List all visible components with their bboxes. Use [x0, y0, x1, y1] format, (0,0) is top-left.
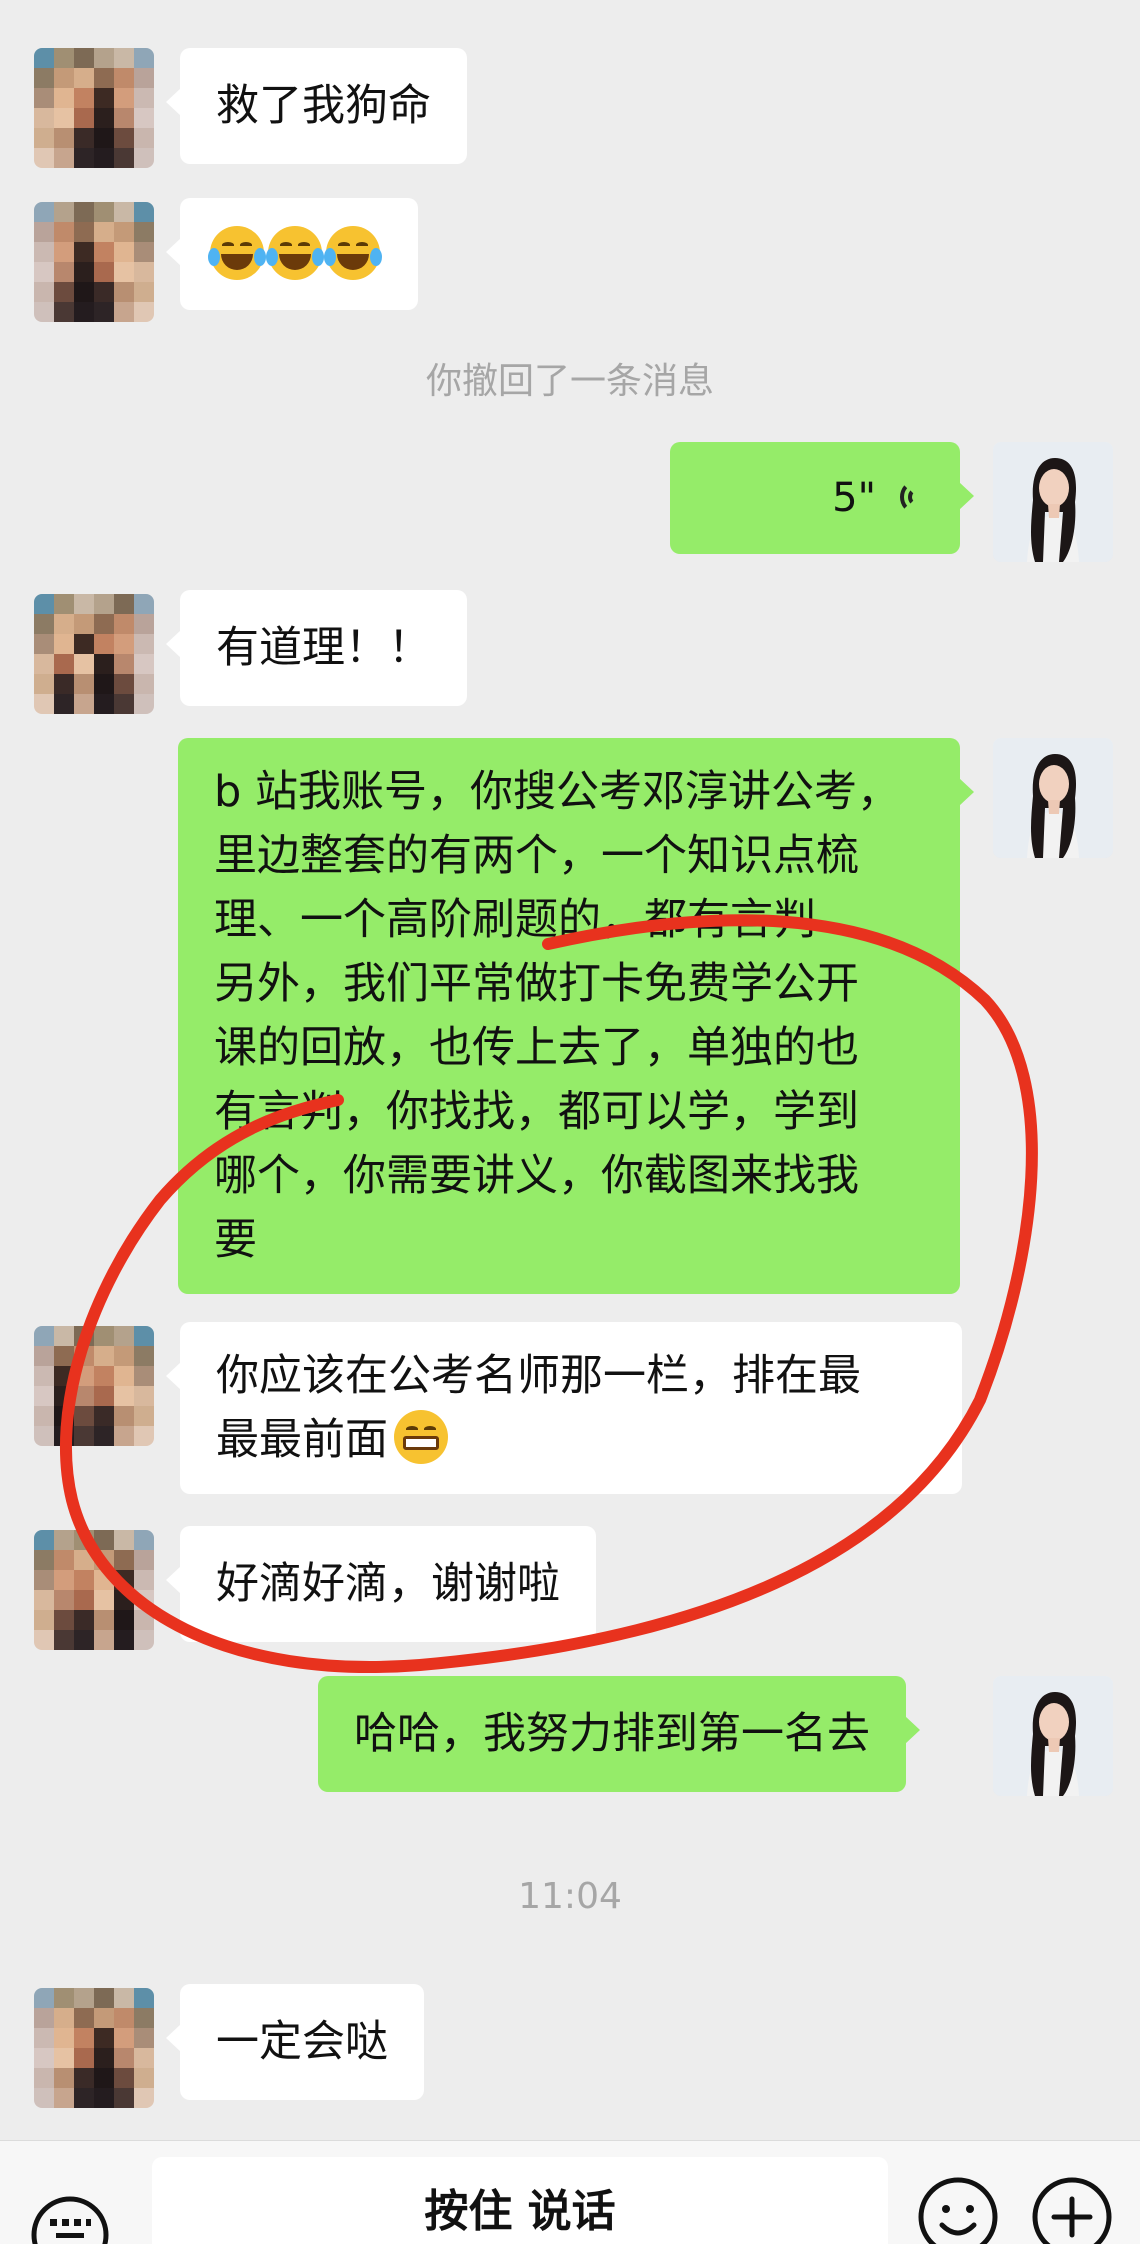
message-line: 哪个，你需要讲义，你截图来找我	[214, 1151, 859, 1201]
self-avatar-portrait	[993, 738, 1113, 858]
self-avatar[interactable]	[993, 1676, 1113, 1796]
input-bar: 按住 说话	[0, 2140, 1140, 2244]
message-bubble-incoming[interactable]	[166, 198, 418, 310]
message-line: 有言判，你找找，都可以学，学到	[214, 1087, 859, 1137]
voice-wave-icon	[890, 475, 930, 519]
keyboard-icon[interactable]	[30, 2195, 110, 2244]
contact-avatar[interactable]	[34, 1326, 154, 1446]
message-line: b 站我账号，你搜公考邓淳讲公考，	[214, 767, 900, 817]
message-bubble-outgoing[interactable]: b 站我账号，你搜公考邓淳讲公考， 里边整套的有两个，一个知识点梳 理、一个高阶…	[178, 738, 974, 1294]
laughing-tears-emoji-icon	[266, 226, 324, 280]
self-avatar-portrait	[993, 442, 1113, 562]
contact-avatar[interactable]	[34, 594, 154, 714]
timestamp: 11:04	[518, 1876, 622, 1917]
plus-icon[interactable]	[1030, 2175, 1114, 2244]
contact-avatar[interactable]	[34, 1530, 154, 1650]
chat-area[interactable]: 救了我狗命 你撤回了一条消息 5" 有道理！！ b 站我账号，你搜公考邓淳讲公考…	[0, 0, 1140, 2140]
self-avatar[interactable]	[993, 738, 1113, 858]
message-bubble-incoming[interactable]: 你应该在公考名师那一栏，排在最 最最前面	[166, 1322, 962, 1494]
emoji-icon[interactable]	[916, 2175, 1000, 2244]
grinning-emoji-icon	[394, 1410, 448, 1464]
message-line: 理、一个高阶刷题的，都有言判	[214, 895, 816, 945]
message-line: 要	[214, 1215, 257, 1265]
laughing-tears-emoji-icon	[208, 226, 266, 280]
contact-avatar[interactable]	[34, 202, 154, 322]
self-avatar-portrait	[993, 1676, 1113, 1796]
laughing-tears-emoji-icon	[324, 226, 382, 280]
voice-duration: 5"	[832, 475, 876, 521]
message-bubble-outgoing[interactable]: 哈哈，我努力排到第一名去	[318, 1676, 920, 1792]
message-line: 最最前面	[216, 1408, 926, 1472]
contact-avatar[interactable]	[34, 1988, 154, 2108]
message-line: 另外，我们平常做打卡免费学公开	[214, 959, 859, 1009]
message-line: 课的回放，也传上去了，单独的也	[214, 1023, 859, 1073]
voice-message-bubble[interactable]: 5"	[670, 442, 974, 554]
hold-to-talk-button[interactable]: 按住 说话	[152, 2157, 888, 2244]
message-bubble-incoming[interactable]: 有道理！！	[166, 590, 467, 706]
contact-avatar[interactable]	[34, 48, 154, 168]
message-bubble-incoming[interactable]: 一定会哒	[166, 1984, 424, 2100]
recall-notice: 你撤回了一条消息	[425, 361, 714, 402]
message-bubble-incoming[interactable]: 救了我狗命	[166, 48, 467, 164]
message-bubble-incoming[interactable]: 好滴好滴，谢谢啦	[166, 1526, 596, 1642]
self-avatar[interactable]	[993, 442, 1113, 562]
message-line: 里边整套的有两个，一个知识点梳	[214, 831, 859, 881]
message-line: 你应该在公考名师那一栏，排在最	[216, 1351, 861, 1401]
